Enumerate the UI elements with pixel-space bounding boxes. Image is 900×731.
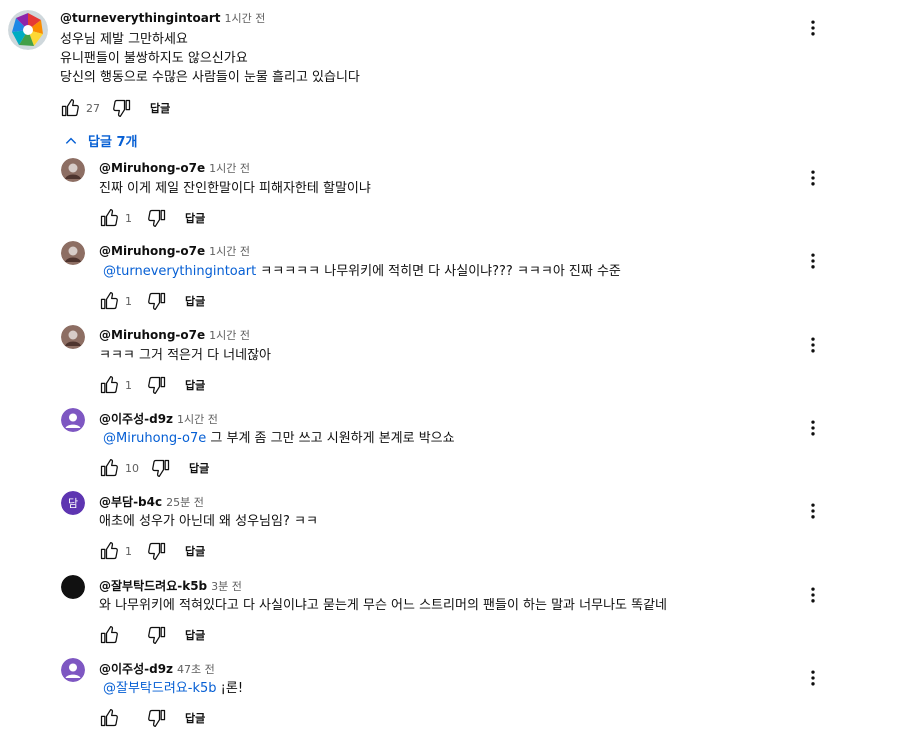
more-vert-icon[interactable] <box>803 668 823 688</box>
comment-body: 진짜 이게 제일 잔인한말이다 피해자한테 할말이냐 <box>99 181 371 196</box>
comment-author[interactable]: @이주성-d9z <box>99 660 173 677</box>
comment-text: @잘부탁드려요-k5b ¡론! <box>99 679 243 698</box>
comment-time[interactable]: 47초 전 <box>177 661 215 677</box>
comment-text: @turneverythingintoart ㅋㅋㅋㅋㅋ 나무위키에 적히면 다… <box>99 262 621 281</box>
replies-toggle-label: 답글 7개 <box>88 135 138 150</box>
reply-comment: @Miruhong-o7e 1시간 전진짜 이게 제일 잔인한말이다 피해자한테 … <box>0 155 900 235</box>
thumb-up-icon[interactable] <box>99 708 119 728</box>
comment-author[interactable]: @잘부탁드려요-k5b <box>99 577 207 594</box>
comment-body: ¡론! <box>216 681 244 696</box>
comment-line: 당신의 행동으로 수많은 사람들이 눈물 흘리고 있습니다 <box>60 70 360 85</box>
comment-text: 와 나무위키에 적혀있다고 다 사실이냐고 묻는게 무슨 어느 스트리머의 팬들… <box>99 596 667 615</box>
like-count: 1 <box>125 211 132 225</box>
avatar[interactable] <box>61 325 85 349</box>
comment-author[interactable]: @이주성-d9z <box>99 410 173 427</box>
comment-text: 애초에 성우가 아닌데 왜 성우님임? ㅋㅋ <box>99 512 318 531</box>
mention-link[interactable]: @Miruhong-o7e <box>103 431 206 446</box>
comment-time[interactable]: 3분 전 <box>211 578 242 594</box>
comment-text: 진짜 이게 제일 잔인한말이다 피해자한테 할말이냐 <box>99 179 371 198</box>
avatar[interactable] <box>61 575 85 599</box>
avatar[interactable]: 담 <box>61 491 85 515</box>
thumb-up-icon[interactable] <box>99 541 119 561</box>
avatar[interactable] <box>61 408 85 432</box>
thumb-down-icon[interactable] <box>147 541 167 561</box>
comment-time[interactable]: 1시간 전 <box>209 327 250 343</box>
comment-body: ㅋㅋㅋ 그거 적은거 다 너네잖아 <box>99 348 272 363</box>
thumb-up-icon[interactable] <box>99 208 119 228</box>
avatar[interactable] <box>61 158 85 182</box>
thumb-up-icon[interactable] <box>99 291 119 311</box>
comment-body: ㅋㅋㅋㅋㅋ 나무위키에 적히면 다 사실이냐??? ㅋㅋㅋ아 진짜 수준 <box>256 264 621 279</box>
reply-comment: @이주성-d9z 1시간 전 @Miruhong-o7e 그 부계 좀 그만 쓰고 … <box>0 405 900 485</box>
like-count: 10 <box>125 461 139 475</box>
thumb-up-icon[interactable] <box>99 625 119 645</box>
comment-line: 성우님 제발 그만하세요 <box>60 32 188 47</box>
like-count: 1 <box>125 378 132 392</box>
comment-line: 유니팬들이 불쌍하지도 않으신가요 <box>60 51 248 66</box>
reply-button[interactable]: 답글 <box>185 543 205 559</box>
reply-button[interactable]: 답글 <box>189 460 209 476</box>
comment-author[interactable]: @Miruhong-o7e <box>99 328 205 342</box>
thumb-up-icon[interactable] <box>99 458 119 478</box>
comment-time[interactable]: 1시간 전 <box>177 411 218 427</box>
comment-author[interactable]: @Miruhong-o7e <box>99 161 205 175</box>
mention-link[interactable]: @turneverythingintoart <box>103 264 256 279</box>
chevron-up-icon <box>65 137 77 144</box>
comment-author[interactable]: @turneverythingintoart <box>60 11 221 25</box>
thumb-down-icon[interactable] <box>151 458 171 478</box>
thumb-down-icon[interactable] <box>147 375 167 395</box>
like-count: 1 <box>125 544 132 558</box>
comment-body: 그 부계 좀 그만 쓰고 시원하게 본계로 박으쇼 <box>206 431 455 446</box>
reply-comment: @이주성-d9z 47초 전 @잘부탁드려요-k5b ¡론! 답글 <box>0 655 900 731</box>
reply-button[interactable]: 답글 <box>185 210 205 226</box>
avatar[interactable] <box>61 241 85 265</box>
like-count: 1 <box>125 294 132 308</box>
top-comment: @turneverythingintoart 1시간 전 성우님 제발 그만하세… <box>0 0 900 125</box>
comment-author[interactable]: @부담-b4c <box>99 493 162 510</box>
reply-comment: 담 @부담-b4c 25분 전애초에 성우가 아닌데 왜 성우님임? ㅋㅋ 1 답글 <box>0 488 900 568</box>
more-vert-icon[interactable] <box>803 501 823 521</box>
comment-text: ㅋㅋㅋ 그거 적은거 다 너네잖아 <box>99 346 271 365</box>
comment-time[interactable]: 1시간 전 <box>209 160 250 176</box>
like-count: 27 <box>86 101 100 115</box>
reply-comment: @잘부탁드려요-k5b 3분 전와 나무위키에 적혀있다고 다 사실이냐고 묻는게… <box>0 572 900 652</box>
mention-link[interactable]: @잘부탁드려요-k5b <box>103 681 217 696</box>
comment-body: 와 나무위키에 적혀있다고 다 사실이냐고 묻는게 무슨 어느 스트리머의 팬들… <box>99 598 668 613</box>
reply-button[interactable]: 답글 <box>185 293 205 309</box>
thumb-down-icon[interactable] <box>147 291 167 311</box>
more-vert-icon[interactable] <box>803 18 823 38</box>
more-vert-icon[interactable] <box>803 585 823 605</box>
thumb-up-icon[interactable] <box>60 98 80 118</box>
thumb-down-icon[interactable] <box>147 708 167 728</box>
comment-text: @Miruhong-o7e 그 부계 좀 그만 쓰고 시원하게 본계로 박으쇼 <box>99 429 455 448</box>
reply-button[interactable]: 답글 <box>185 627 205 643</box>
reply-comment: @Miruhong-o7e 1시간 전 ㅋㅋㅋ 그거 적은거 다 너네잖아 1 답글 <box>0 322 900 402</box>
comment-time[interactable]: 1시간 전 <box>225 10 266 26</box>
reply-comment: @Miruhong-o7e 1시간 전 @turneverythingintoart… <box>0 238 900 318</box>
thumb-up-icon[interactable] <box>99 375 119 395</box>
more-vert-icon[interactable] <box>803 418 823 438</box>
thumb-down-icon[interactable] <box>147 625 167 645</box>
avatar-letter: 담 <box>61 491 85 515</box>
comment-time[interactable]: 1시간 전 <box>209 243 250 259</box>
reply-button[interactable]: 답글 <box>185 377 205 393</box>
thumb-down-icon[interactable] <box>112 98 132 118</box>
thumb-down-icon[interactable] <box>147 208 167 228</box>
more-vert-icon[interactable] <box>803 335 823 355</box>
comment-author[interactable]: @Miruhong-o7e <box>99 244 205 258</box>
avatar[interactable] <box>8 10 48 50</box>
more-vert-icon[interactable] <box>803 251 823 271</box>
avatar[interactable] <box>61 658 85 682</box>
reply-button[interactable]: 답글 <box>185 710 205 726</box>
replies-toggle[interactable]: 답글 7개 <box>64 131 137 150</box>
reply-button[interactable]: 답글 <box>150 100 170 116</box>
comment-text: 성우님 제발 그만하세요 유니팬들이 불쌍하지도 않으신가요 당신의 행동으로 … <box>60 30 360 87</box>
more-vert-icon[interactable] <box>803 168 823 188</box>
comment-body: 애초에 성우가 아닌데 왜 성우님임? ㅋㅋ <box>99 514 318 529</box>
comment-time[interactable]: 25분 전 <box>166 494 204 510</box>
